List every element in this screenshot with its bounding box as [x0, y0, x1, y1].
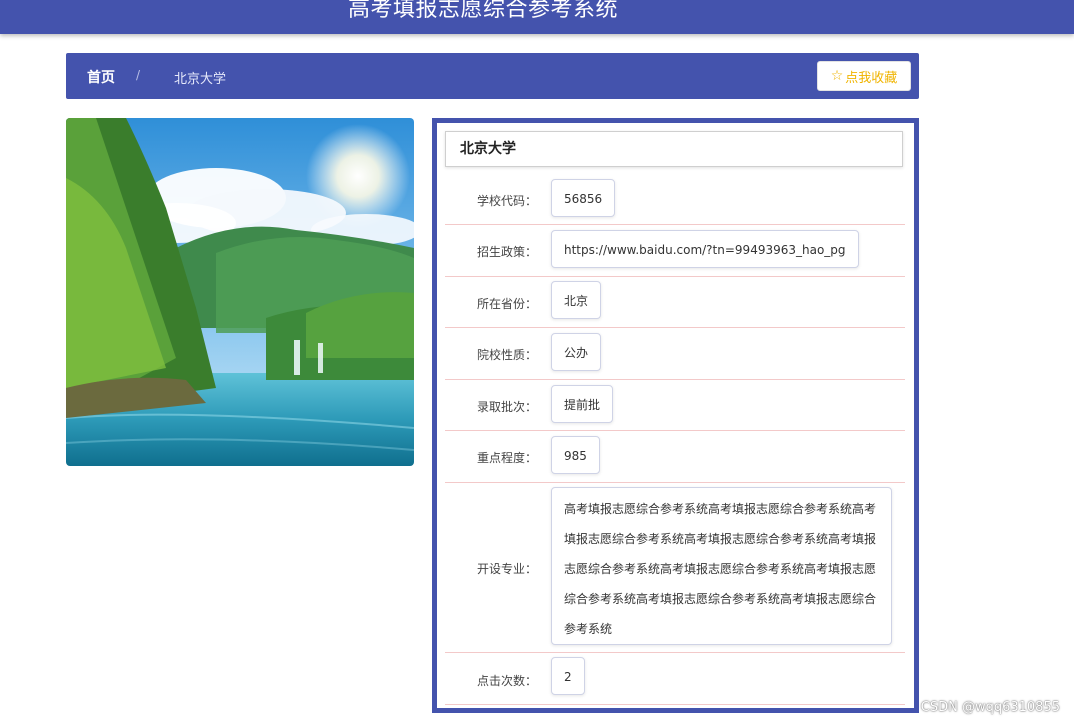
breadcrumb-home-link[interactable]: 首页	[87, 67, 115, 87]
admission-batch-value: 提前批	[551, 385, 614, 423]
field-row-key-level: 重点程度： 985	[445, 430, 905, 483]
field-label: 录取批次：	[476, 400, 537, 414]
star-outline-icon: ☆	[830, 68, 844, 84]
school-photo	[66, 118, 414, 466]
field-label: 重点程度：	[476, 451, 537, 465]
app-title: 高考填报志愿综合参考系统	[347, 0, 618, 22]
field-label: 院校性质：	[476, 348, 537, 362]
school-name-heading: 北京大学	[445, 131, 903, 167]
field-label: 学校代码：	[476, 194, 537, 208]
watermark: CSDN @wqq6310855	[920, 700, 1060, 715]
field-row-school-type: 院校性质： 公办	[445, 327, 905, 380]
key-level-value: 985	[551, 436, 600, 474]
field-label: 开设专业：	[476, 562, 537, 576]
favorite-button-label: 点我收藏	[845, 70, 898, 86]
field-row-click-count: 点击次数： 2	[445, 652, 905, 705]
school-detail-panel: 北京大学 学校代码： 56856 招生政策： https://www.baidu…	[432, 118, 919, 713]
school-code-value: 56856	[551, 179, 616, 217]
breadcrumb-current: 北京大学	[174, 72, 227, 87]
field-label: 所在省份：	[476, 297, 537, 311]
field-row-admission-policy: 招生政策： https://www.baidu.com/?tn=99493963…	[445, 224, 905, 277]
favorite-button[interactable]: ☆ 点我收藏	[817, 61, 911, 91]
province-value: 北京	[551, 281, 602, 319]
breadcrumb: 首页 / 北京大学 ☆ 点我收藏	[66, 53, 919, 99]
field-row-province: 所在省份： 北京	[445, 276, 905, 328]
field-label: 招生政策：	[476, 245, 537, 259]
majors-value: 高考填报志愿综合参考系统高考填报志愿综合参考系统高考填报志愿综合参考系统高考填报…	[551, 487, 892, 645]
field-row-school-code: 学校代码： 56856	[445, 175, 905, 225]
field-row-admission-batch: 录取批次： 提前批	[445, 379, 905, 431]
field-label: 点击次数：	[476, 674, 537, 688]
click-count-value: 2	[551, 657, 585, 695]
admission-policy-link[interactable]: https://www.baidu.com/?tn=99493963_hao_p…	[551, 230, 859, 268]
school-type-value: 公办	[551, 333, 602, 371]
field-row-majors: 开设专业： 高考填报志愿综合参考系统高考填报志愿综合参考系统高考填报志愿综合参考…	[445, 482, 905, 653]
breadcrumb-separator: /	[136, 68, 141, 82]
top-header-bar: 高考填报志愿综合参考系统	[0, 0, 1074, 34]
